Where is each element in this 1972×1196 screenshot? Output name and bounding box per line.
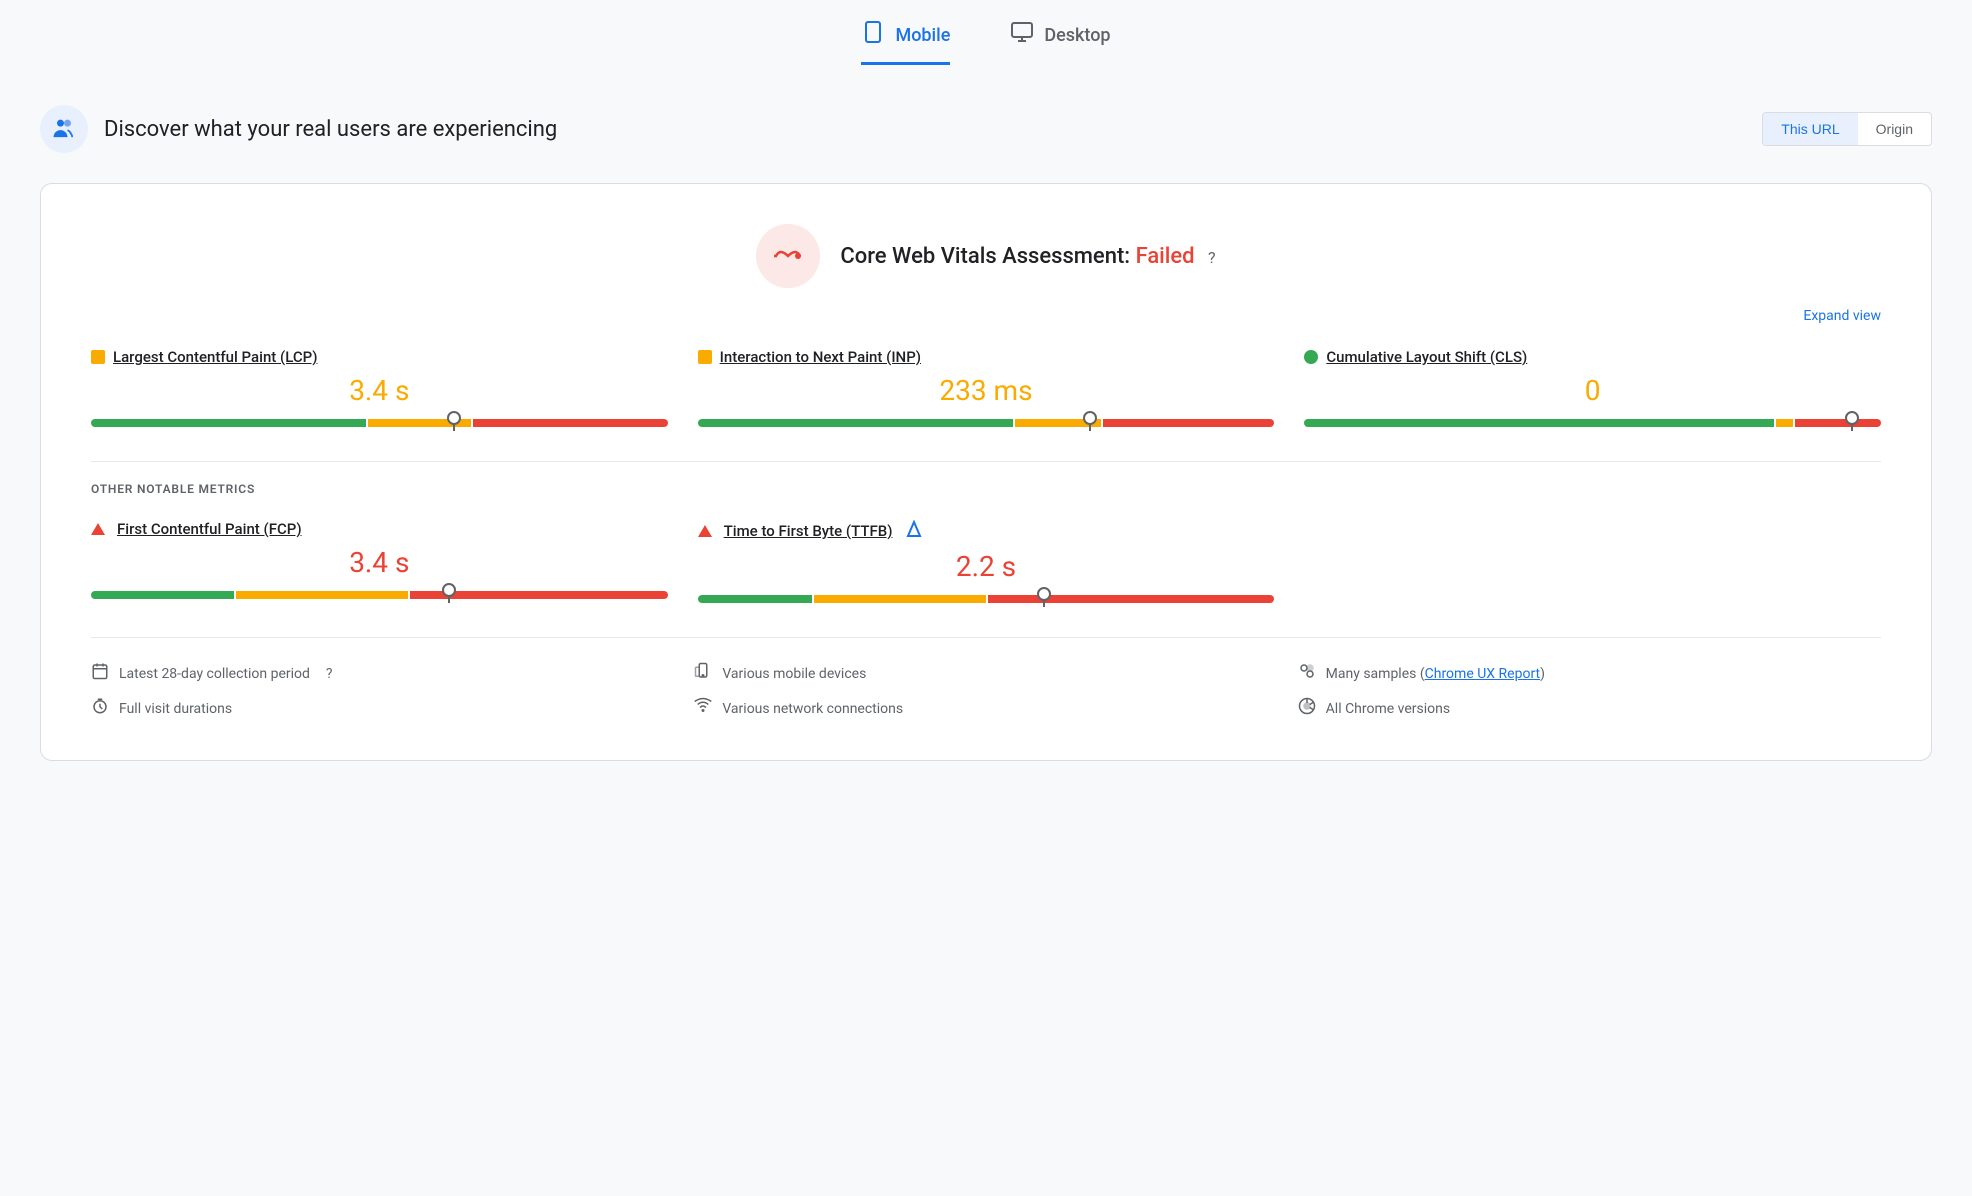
chrome-icon <box>1298 697 1316 720</box>
metric-cls: Cumulative Layout Shift (CLS) 0 <box>1304 348 1881 431</box>
tab-mobile[interactable]: Mobile <box>861 20 950 65</box>
origin-button[interactable]: Origin <box>1858 113 1931 145</box>
footer-chrome-versions: All Chrome versions <box>1298 697 1881 720</box>
assessment-icon <box>756 224 820 288</box>
inp-bar <box>698 419 1275 431</box>
cls-marker <box>1851 415 1853 431</box>
fcp-bar-green <box>91 591 234 599</box>
header-title: Discover what your real users are experi… <box>104 117 557 142</box>
tab-desktop-label: Desktop <box>1044 25 1110 46</box>
mobile-devices-icon <box>694 662 712 685</box>
ttfb-bar <box>698 595 1275 607</box>
footer-full-visit: Full visit durations <box>91 697 674 720</box>
assessment-header: Core Web Vitals Assessment: Failed ? <box>91 224 1881 288</box>
expand-view-button[interactable]: Expand view <box>91 308 1881 324</box>
assessment-status: Failed <box>1136 244 1195 269</box>
chrome-ux-link[interactable]: Chrome UX Report <box>1425 666 1540 682</box>
28day-help-icon[interactable]: ? <box>326 666 333 682</box>
empty-col <box>1304 520 1881 607</box>
core-metrics-grid: Largest Contentful Paint (LCP) 3.4 s Int… <box>91 348 1881 431</box>
header-section: Discover what your real users are experi… <box>40 95 1932 163</box>
ttfb-bar-segments <box>698 595 1275 603</box>
this-url-button[interactable]: This URL <box>1763 113 1857 145</box>
metric-lcp: Largest Contentful Paint (LCP) 3.4 s <box>91 348 668 431</box>
network-icon <box>694 697 712 720</box>
inp-bar-green <box>698 419 1013 427</box>
metric-cls-label[interactable]: Cumulative Layout Shift (CLS) <box>1304 348 1881 366</box>
metric-inp: Interaction to Next Paint (INP) 233 ms <box>698 348 1275 431</box>
other-metrics-label: OTHER NOTABLE METRICS <box>91 482 1881 496</box>
samples-icon <box>1298 662 1316 685</box>
lcp-bar-segments <box>91 419 668 427</box>
cls-bar-segments <box>1304 419 1881 427</box>
footer-info: Latest 28-day collection period ? Full v… <box>91 637 1881 720</box>
inp-bar-red <box>1103 419 1275 427</box>
lcp-bar <box>91 419 668 431</box>
footer-mobile-devices: Various mobile devices <box>694 662 1277 685</box>
timer-icon <box>91 697 109 720</box>
footer-col2: Various mobile devices Various network c… <box>694 662 1277 720</box>
help-icon[interactable]: ? <box>1208 248 1216 267</box>
other-metrics-grid: First Contentful Paint (FCP) 3.4 s Time … <box>91 520 1881 607</box>
calendar-icon <box>91 662 109 685</box>
metric-fcp: First Contentful Paint (FCP) 3.4 s <box>91 520 668 607</box>
lcp-bar-green <box>91 419 366 427</box>
inp-dot <box>698 350 712 364</box>
url-toggle: This URL Origin <box>1762 112 1932 146</box>
inp-marker <box>1089 415 1091 431</box>
ttfb-bar-green <box>698 595 813 603</box>
footer-28day: Latest 28-day collection period ? <box>91 662 674 685</box>
cls-bar-orange <box>1776 419 1793 427</box>
desktop-icon <box>1010 20 1034 50</box>
fcp-value: 3.4 s <box>91 546 668 579</box>
lcp-bar-red <box>473 419 668 427</box>
inp-bar-segments <box>698 419 1275 427</box>
ttfb-value: 2.2 s <box>698 550 1275 583</box>
header-icon <box>40 105 88 153</box>
samples-text: Many samples (Chrome UX Report) <box>1326 666 1545 682</box>
ttfb-bar-orange <box>814 595 986 603</box>
tab-bar: Mobile Desktop <box>40 20 1932 65</box>
footer-samples: Many samples (Chrome UX Report) <box>1298 662 1881 685</box>
footer-col3: Many samples (Chrome UX Report) All Chro… <box>1298 662 1881 720</box>
fcp-bar-segments <box>91 591 668 599</box>
footer-col1: Latest 28-day collection period ? Full v… <box>91 662 674 720</box>
assessment-title-container: Core Web Vitals Assessment: Failed ? <box>840 244 1215 269</box>
fcp-marker <box>448 587 450 603</box>
tab-mobile-label: Mobile <box>895 25 950 46</box>
lcp-marker <box>453 415 455 431</box>
metric-ttfb-label[interactable]: Time to First Byte (TTFB) <box>698 520 1275 542</box>
cls-bar <box>1304 419 1881 431</box>
lcp-value: 3.4 s <box>91 374 668 407</box>
lcp-dot <box>91 350 105 364</box>
metric-lcp-label[interactable]: Largest Contentful Paint (LCP) <box>91 348 668 366</box>
mobile-icon <box>861 20 885 50</box>
fcp-bar <box>91 591 668 603</box>
footer-network: Various network connections <box>694 697 1277 720</box>
main-card: Core Web Vitals Assessment: Failed ? Exp… <box>40 183 1932 761</box>
fcp-warning-icon <box>91 523 105 535</box>
header-left: Discover what your real users are experi… <box>40 105 557 153</box>
metric-ttfb: Time to First Byte (TTFB) 2.2 s <box>698 520 1275 607</box>
metric-inp-label[interactable]: Interaction to Next Paint (INP) <box>698 348 1275 366</box>
ttfb-blue-icon <box>906 520 922 542</box>
metric-fcp-label[interactable]: First Contentful Paint (FCP) <box>91 520 668 538</box>
cls-value: 0 <box>1304 374 1881 407</box>
ttfb-bar-red <box>988 595 1274 603</box>
cls-dot <box>1304 350 1318 364</box>
cls-bar-green <box>1304 419 1774 427</box>
metrics-divider <box>91 461 1881 462</box>
inp-value: 233 ms <box>698 374 1275 407</box>
cls-bar-red <box>1795 419 1881 427</box>
tab-desktop[interactable]: Desktop <box>1010 20 1110 65</box>
assessment-title: Core Web Vitals Assessment: Failed <box>840 244 1200 269</box>
ttfb-warning-icon <box>698 525 712 537</box>
fcp-bar-orange <box>236 591 408 599</box>
ttfb-marker <box>1043 591 1045 607</box>
